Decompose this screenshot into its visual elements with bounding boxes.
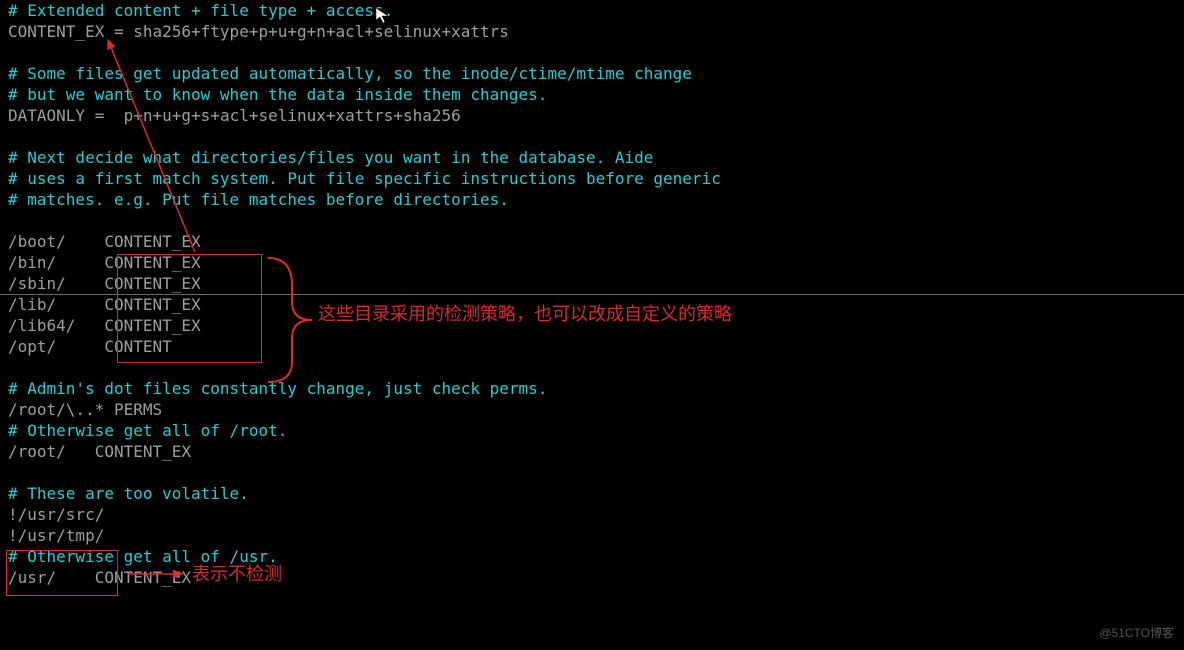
comment-line: # but we want to know when the data insi…: [8, 85, 547, 104]
terminal-screenshot: # Extended content + file type + access.…: [0, 0, 1184, 650]
comment-line: # matches. e.g. Put file matches before …: [8, 190, 509, 209]
rule-line: /usr/ CONTENT_EX: [8, 568, 191, 587]
def-dataonly-vals: p+n+u+g+s+acl+selinux+xattrs+sha256: [124, 106, 461, 125]
watermark: @51CTO博客: [1099, 623, 1174, 644]
rule-line: /root/ CONTENT_EX: [8, 442, 191, 461]
rule-line: /opt/ CONTENT: [8, 337, 172, 356]
rule-line: !/usr/src/: [8, 505, 104, 524]
annotation-nocheck: 表示不检测: [192, 564, 282, 585]
comment-line: # Admin's dot files constantly change, j…: [8, 379, 547, 398]
horizontal-divider: [0, 294, 1184, 295]
def-dataonly-pre: DATAONLY =: [8, 106, 114, 125]
rule-line: /root/\..* PERMS: [8, 400, 162, 419]
comment-line: # Some files get updated automatically, …: [8, 64, 692, 83]
comment-line: # Extended content + file type + access.: [8, 1, 393, 20]
def-content-ex: CONTENT_EX = sha256+ftype+p+u+g+n+acl+se…: [8, 22, 509, 41]
comment-line: # uses a first match system. Put file sp…: [8, 169, 721, 188]
rule-line: /bin/ CONTENT_EX: [8, 253, 201, 272]
comment-line: # Otherwise get all of /root.: [8, 421, 287, 440]
rule-line: /lib/ CONTENT_EX: [8, 295, 201, 314]
annotation-strategy: 这些目录采用的检测策略，也可以改成自定义的策略: [318, 304, 732, 325]
rule-line: !/usr/tmp/: [8, 526, 104, 545]
comment-line: # Next decide what directories/files you…: [8, 148, 653, 167]
rule-line: /lib64/ CONTENT_EX: [8, 316, 201, 335]
comment-line: # These are too volatile.: [8, 484, 249, 503]
rule-line: /sbin/ CONTENT_EX: [8, 274, 201, 293]
rule-line: /boot/ CONTENT_EX: [8, 232, 201, 251]
